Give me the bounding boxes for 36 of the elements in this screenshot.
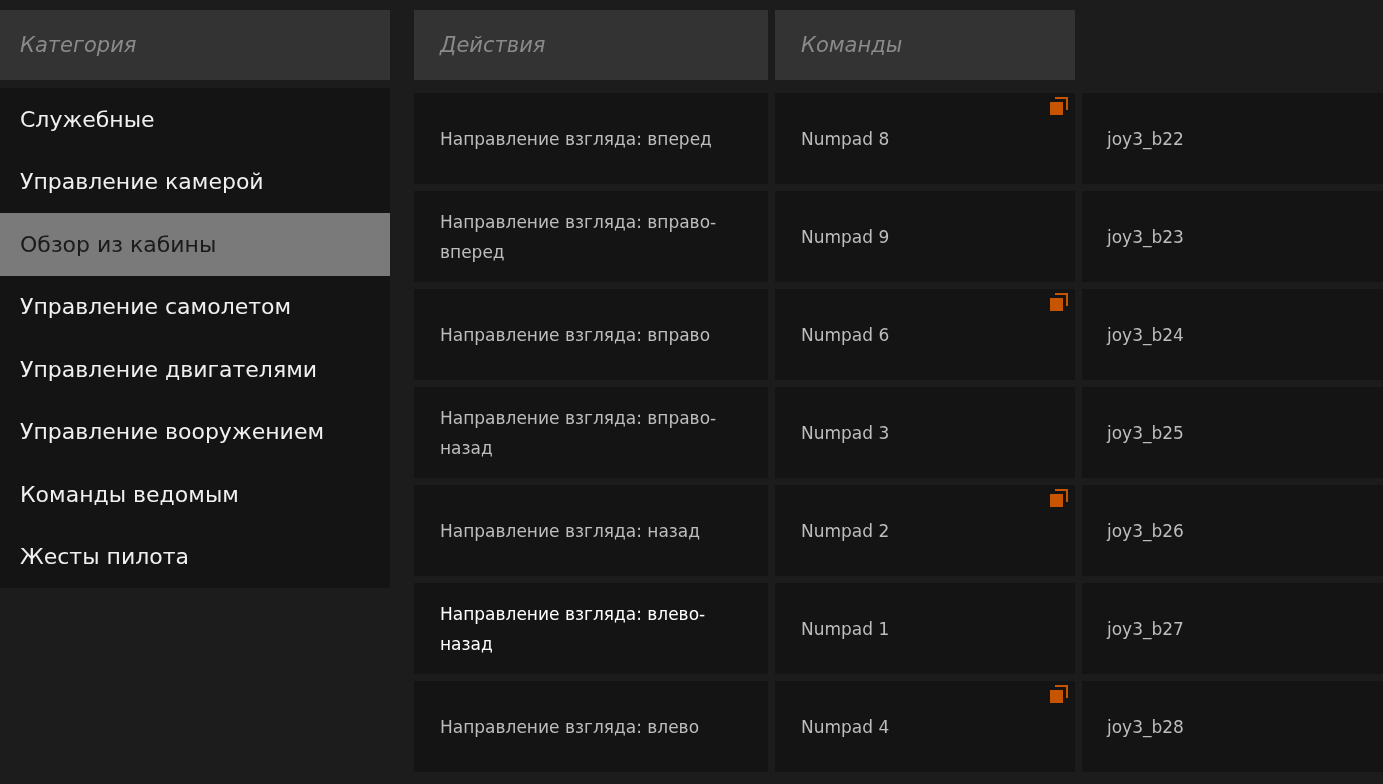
action-cell[interactable]: Направление взгляда: вперед: [414, 93, 768, 184]
category-item[interactable]: Жесты пилота: [0, 525, 390, 588]
action-cell[interactable]: Направление взгляда: назад: [414, 485, 768, 576]
stacked-squares-icon: [1049, 292, 1069, 312]
action-cell[interactable]: Направление взгляда: вправо: [414, 289, 768, 380]
column-header: Категория: [0, 10, 390, 80]
action-cell[interactable]: Направление взгляда: вправо-назад: [414, 387, 768, 478]
stacked-squares-icon: [1049, 684, 1069, 704]
category-item[interactable]: Управление двигателями: [0, 338, 390, 401]
column-header: Команды: [775, 10, 1075, 80]
command-cell[interactable]: joy3_b27: [1082, 583, 1383, 674]
stacked-squares-icon: [1049, 96, 1069, 116]
command-cell[interactable]: Numpad 2: [775, 485, 1075, 576]
category-item[interactable]: Команды ведомым: [0, 463, 390, 526]
command-cell[interactable]: Numpad 4: [775, 681, 1075, 772]
command-cell[interactable]: joy3_b25: [1082, 387, 1383, 478]
command-cell[interactable]: Numpad 3: [775, 387, 1075, 478]
action-cell[interactable]: Направление взгляда: влево-назад: [414, 583, 768, 674]
command-cell[interactable]: joy3_b26: [1082, 485, 1383, 576]
category-item[interactable]: Управление камерой: [0, 150, 390, 213]
category-item[interactable]: Служебные: [0, 88, 390, 151]
column-header: Действия: [414, 10, 768, 80]
command-cell[interactable]: joy3_b23: [1082, 191, 1383, 282]
category-item[interactable]: Управление самолетом: [0, 275, 390, 338]
command-cell[interactable]: joy3_b28: [1082, 681, 1383, 772]
action-cell[interactable]: Направление взгляда: влево: [414, 681, 768, 772]
command-cell[interactable]: Numpad 6: [775, 289, 1075, 380]
category-item[interactable]: Обзор из кабины: [0, 213, 390, 276]
command-cell[interactable]: Numpad 9: [775, 191, 1075, 282]
command-cell[interactable]: joy3_b22: [1082, 93, 1383, 184]
category-item[interactable]: Управление вооружением: [0, 400, 390, 463]
command-cell[interactable]: Numpad 1: [775, 583, 1075, 674]
stacked-squares-icon: [1049, 488, 1069, 508]
command-cell[interactable]: Numpad 8: [775, 93, 1075, 184]
command-cell[interactable]: joy3_b24: [1082, 289, 1383, 380]
action-cell[interactable]: Направление взгляда: вправо-вперед: [414, 191, 768, 282]
